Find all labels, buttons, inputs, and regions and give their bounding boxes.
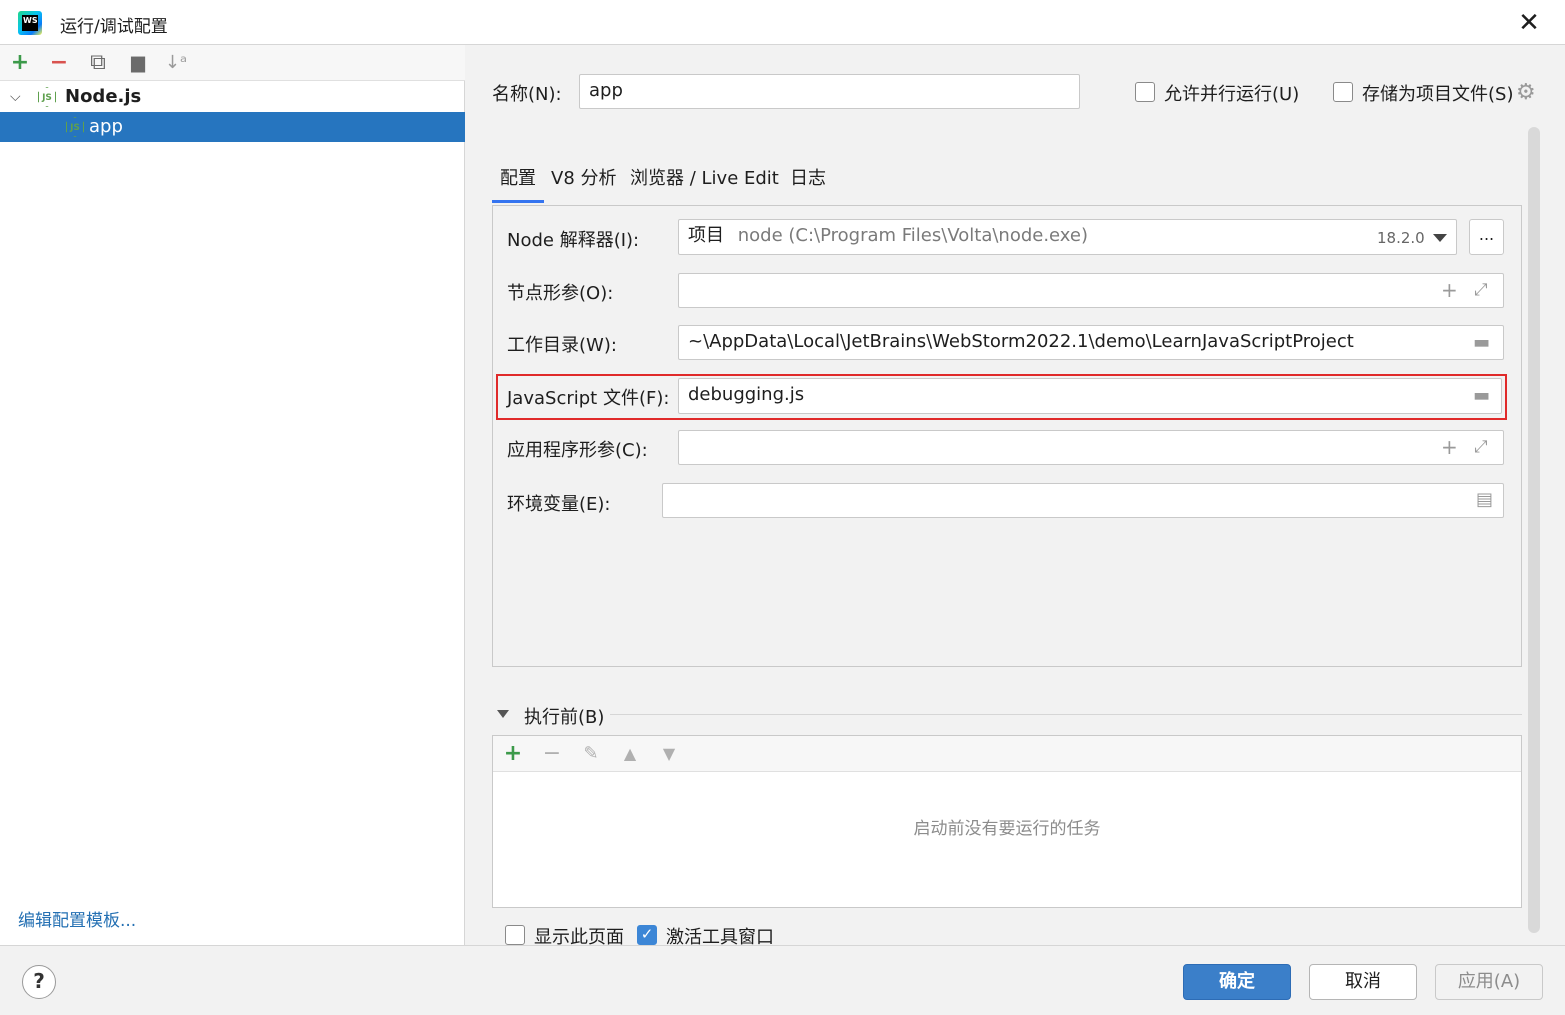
browse-interpreter-button[interactable]: ...	[1469, 219, 1504, 255]
gear-icon[interactable]: ⚙	[1516, 80, 1536, 105]
remove-icon[interactable]: −	[47, 51, 71, 75]
ok-button[interactable]: 确定	[1183, 964, 1291, 1000]
tree-label: Node.js	[65, 86, 142, 107]
tab-logs[interactable]: 日志	[790, 165, 826, 193]
node-params-input[interactable]	[678, 273, 1504, 308]
env-label: 环境变量(E):	[507, 494, 611, 515]
window-title: 运行/调试配置	[60, 17, 168, 37]
tab-v8-profiling[interactable]: V8 分析	[551, 165, 617, 193]
chevron-down-icon[interactable]: ⌵	[10, 82, 21, 112]
collapse-triangle-icon[interactable]	[497, 710, 509, 718]
node-version: 18.2.0	[1377, 229, 1425, 247]
jsfile-label: JavaScript 文件(F):	[507, 388, 670, 409]
tab-browser-live-edit[interactable]: 浏览器 / Live Edit	[630, 165, 779, 193]
copy-icon[interactable]: ⧉	[86, 51, 110, 75]
move-up-icon[interactable]: ▲	[618, 742, 642, 766]
configuration-editor: 名称(N): app 允许并行运行(U) 存储为项目文件(S) ⚙ 配置 V8 …	[466, 45, 1565, 948]
store-as-project-checkbox[interactable]	[1333, 82, 1353, 102]
name-label: 名称(N):	[492, 84, 562, 105]
edit-templates-link[interactable]: 编辑配置模板...	[18, 906, 136, 931]
webstorm-logo-icon: WS	[18, 11, 42, 35]
tree-label: app	[89, 116, 123, 137]
new-folder-icon[interactable]: ▆	[126, 51, 150, 75]
activate-tool-window-checkbox[interactable]: ✓	[637, 925, 657, 945]
nodejs-icon: JS	[38, 87, 56, 107]
tree-group-nodejs[interactable]: ⌵ JS Node.js	[0, 82, 465, 112]
interpreter-kind: 项目	[688, 225, 724, 246]
add-icon[interactable]: +	[8, 51, 32, 75]
env-input[interactable]	[662, 483, 1504, 518]
section-divider	[610, 714, 1522, 715]
tree-toolbar: + − ⧉ ▆ ↓ᵃ	[0, 45, 465, 81]
edit-pencil-icon[interactable]: ✎	[579, 742, 603, 766]
document-icon[interactable]: ▤	[1476, 489, 1493, 511]
configuration-panel: Node 解释器(I): 项目 node (C:\Program Files\V…	[492, 205, 1522, 667]
before-launch-panel: + − ✎ ▲ ▼ 启动前没有要运行的任务	[492, 735, 1522, 908]
nodejs-icon: JS	[66, 117, 84, 137]
add-icon[interactable]: +	[1441, 279, 1458, 301]
interpreter-path: node (C:\Program Files\Volta\node.exe)	[737, 225, 1089, 246]
before-launch-title: 执行前(B)	[524, 707, 605, 728]
store-as-project-label: 存储为项目文件(S)	[1362, 84, 1514, 105]
name-input[interactable]: app	[579, 74, 1080, 109]
apply-button[interactable]: 应用(A)	[1435, 964, 1543, 1000]
expand-icon[interactable]: ⤢	[1474, 436, 1488, 458]
workdir-label: 工作目录(W):	[507, 335, 617, 356]
sort-icon[interactable]: ↓ᵃ	[164, 51, 188, 75]
allow-parallel-label: 允许并行运行(U)	[1164, 84, 1300, 105]
expand-icon[interactable]: ⤢	[1474, 279, 1488, 301]
title-bar: WS 运行/调试配置 ✕	[0, 0, 1565, 45]
jsfile-input[interactable]: debugging.js	[678, 378, 1502, 414]
before-launch-toolbar: + − ✎ ▲ ▼	[493, 736, 1521, 772]
tree-item-app[interactable]: JS app	[0, 112, 465, 142]
dialog-button-bar: ? 确定 取消 应用(A)	[0, 945, 1565, 1015]
node-interpreter-select[interactable]: 项目 node (C:\Program Files\Volta\node.exe…	[678, 219, 1457, 255]
add-icon[interactable]: +	[501, 742, 525, 766]
chevron-down-icon[interactable]	[1433, 234, 1447, 242]
add-icon[interactable]: +	[1441, 436, 1458, 458]
workdir-input[interactable]: ~\AppData\Local\JetBrains\WebStorm2022.1…	[678, 325, 1504, 360]
folder-icon[interactable]: ▬	[1473, 385, 1490, 407]
tab-configuration[interactable]: 配置	[492, 165, 544, 203]
remove-icon[interactable]: −	[540, 742, 564, 766]
help-button[interactable]: ?	[22, 965, 56, 999]
empty-tasks-text: 启动前没有要运行的任务	[913, 819, 1101, 839]
close-icon[interactable]: ✕	[1512, 6, 1546, 40]
cancel-button[interactable]: 取消	[1309, 964, 1417, 1000]
node-params-label: 节点形参(O):	[507, 283, 614, 304]
folder-icon[interactable]: ▬	[1473, 332, 1490, 354]
app-params-input[interactable]	[678, 430, 1504, 465]
configurations-tree-pane: + − ⧉ ▆ ↓ᵃ ⌵ JS Node.js JS app 编辑配置模板...	[0, 45, 465, 945]
node-interpreter-label: Node 解释器(I):	[507, 230, 640, 251]
show-page-checkbox[interactable]	[505, 925, 525, 945]
move-down-icon[interactable]: ▼	[657, 742, 681, 766]
allow-parallel-checkbox[interactable]	[1135, 82, 1155, 102]
app-params-label: 应用程序形参(C):	[507, 440, 648, 461]
vertical-scrollbar[interactable]	[1528, 127, 1540, 933]
